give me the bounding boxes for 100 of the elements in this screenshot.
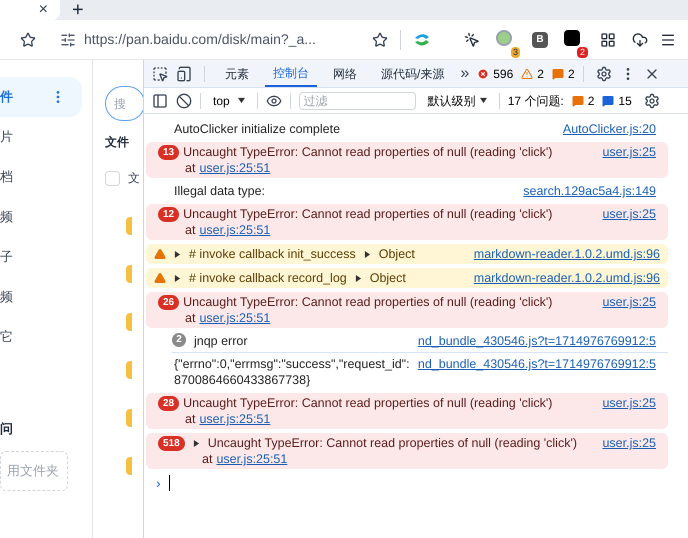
repeat-count: 12: [158, 206, 180, 222]
menu-icon[interactable]: [660, 32, 676, 48]
expand-arrow-icon[interactable]: [192, 440, 200, 446]
source-link[interactable]: user.js:25:51: [199, 411, 270, 427]
source-link[interactable]: user.js:25: [602, 144, 656, 176]
expand-arrow-icon[interactable]: [354, 274, 362, 282]
repeat-count: 2: [172, 333, 186, 347]
error-text: Uncaught TypeError: Cannot read properties of null (reading 'click'): [183, 294, 552, 310]
extension-badge: 2: [576, 46, 588, 58]
log-text: Illegal data type:: [174, 183, 266, 199]
warning-text: # invoke callback init_success: [189, 246, 356, 262]
source-link[interactable]: user.js:25: [602, 395, 656, 427]
source-link[interactable]: user.js:25:51: [199, 310, 270, 326]
folder-icon: [126, 265, 132, 283]
url-text: https://pan.baidu.com/disk/main?_a...: [84, 30, 317, 49]
browser-tab[interactable]: ×: [0, 0, 60, 20]
cloud-download-icon[interactable]: [632, 32, 648, 48]
log-text: jnqp error: [194, 333, 248, 349]
source-link[interactable]: nd_bundle_430546.js?t=1714976769912:5: [418, 356, 656, 372]
error-count[interactable]: 596: [493, 64, 514, 82]
folder-icon: [126, 361, 132, 379]
source-link[interactable]: search.129ac5a4.js:149: [523, 183, 656, 199]
source-link[interactable]: user.js:25:51: [199, 160, 270, 176]
source-link[interactable]: markdown-reader.1.0.2.umd.js:96: [474, 270, 660, 286]
source-link[interactable]: nd_bundle_430546.js?t=1714976769912:5: [418, 333, 656, 349]
stack-text: at: [185, 310, 196, 326]
bookmark-icon[interactable]: [372, 32, 388, 48]
sidebar-item[interactable]: 子: [0, 237, 82, 277]
sidebar-item[interactable]: 片: [0, 117, 82, 157]
tab-close-button[interactable]: ×: [38, 2, 48, 18]
filter-field[interactable]: 过滤: [298, 92, 416, 110]
warning-text: # invoke callback record_log: [189, 270, 347, 286]
settings-icon[interactable]: [644, 92, 660, 108]
issues-label: 17 个问题:: [508, 92, 564, 110]
error-text: Uncaught TypeError: Cannot read properties of null (reading 'click'): [183, 206, 552, 222]
source-link[interactable]: user.js:25:51: [199, 222, 270, 238]
section-title: 问: [0, 420, 14, 438]
grid-icon[interactable]: [600, 32, 616, 48]
error-text: Uncaught TypeError: Cannot read properties of null (reading 'click'): [208, 435, 577, 451]
object-text: Object: [378, 246, 416, 262]
clear-icon[interactable]: [176, 92, 192, 108]
source-link[interactable]: user.js:25: [602, 294, 656, 326]
source-link[interactable]: user.js:25: [602, 435, 656, 467]
warning-icon: [154, 272, 166, 284]
caret-icon[interactable]: [480, 97, 487, 104]
sidebar-item[interactable]: 频: [0, 197, 82, 237]
stack-text: at: [202, 451, 212, 467]
folder-icon: [126, 409, 132, 427]
repeat-count: 13: [158, 144, 180, 160]
repeat-count: 28: [158, 396, 180, 410]
repeat-count: 518: [158, 436, 185, 450]
devtools-tab[interactable]: 网络: [325, 60, 365, 87]
prompt-icon: ›: [156, 475, 161, 491]
site-settings-icon[interactable]: [60, 32, 76, 48]
info-count[interactable]: 15: [618, 92, 632, 110]
more-tabs-button[interactable]: »: [460, 62, 470, 86]
inspect-icon[interactable]: [152, 66, 168, 82]
warning-icon: [154, 248, 166, 260]
extension-badge: 3: [510, 46, 520, 58]
source-link[interactable]: AutoClicker.js:20: [562, 121, 656, 137]
new-tab-button[interactable]: +: [72, 0, 84, 20]
source-link[interactable]: user.js:25:51: [216, 451, 288, 467]
context-dropdown[interactable]: top: [209, 92, 249, 110]
sidebar-item[interactable]: 它: [0, 317, 82, 357]
info-icon: [602, 94, 614, 106]
folder-icon: [126, 457, 132, 475]
folder-icon: [126, 217, 132, 235]
expand-arrow-icon[interactable]: [174, 274, 181, 282]
extension-icon[interactable]: [564, 30, 580, 46]
row-label: 文: [128, 170, 140, 187]
device-icon[interactable]: [176, 66, 192, 82]
extension-icon[interactable]: B: [532, 32, 548, 48]
issue-count[interactable]: 2: [588, 92, 594, 110]
issue-count[interactable]: 2: [568, 64, 575, 82]
star-icon[interactable]: [20, 32, 36, 48]
expand-arrow-icon[interactable]: [364, 250, 371, 258]
devtools-tab[interactable]: 元素: [217, 60, 257, 87]
log-text: {"errno":0,"errmsg":"success","request_id":8700864660433867738}: [174, 356, 411, 388]
settings-icon[interactable]: [596, 66, 612, 82]
checkbox[interactable]: [105, 170, 120, 186]
error-text: Uncaught TypeError: Cannot read properties of null (reading 'click'): [183, 395, 552, 411]
source-link[interactable]: markdown-reader.1.0.2.umd.js:96: [474, 246, 660, 262]
warning-count[interactable]: 2: [537, 64, 544, 82]
sidebar-item[interactable]: 档: [0, 157, 82, 197]
caret-icon[interactable]: [238, 97, 245, 104]
sidebar-item[interactable]: 频: [0, 277, 82, 317]
devtools-tab[interactable]: 源代码/来源: [373, 60, 452, 87]
devtools-tab[interactable]: 控制台: [265, 60, 317, 87]
log-text: AutoClicker initialize complete: [174, 121, 342, 137]
address-bar[interactable]: https://pan.baidu.com/disk/main?_a...: [48, 29, 388, 50]
eye-icon[interactable]: [266, 92, 282, 108]
sidebar-toggle-icon[interactable]: [152, 92, 168, 108]
level-dropdown[interactable]: 默认级别: [424, 92, 491, 110]
object-text: Object: [370, 270, 407, 286]
error-text: Uncaught TypeError: Cannot read properties of null (reading 'click'): [183, 144, 552, 160]
repeat-count: 26: [158, 294, 180, 310]
source-link[interactable]: user.js:25: [602, 206, 656, 238]
expand-arrow-icon[interactable]: [174, 250, 181, 258]
stack-text: at: [185, 160, 196, 176]
cursor-icon[interactable]: [464, 32, 480, 48]
